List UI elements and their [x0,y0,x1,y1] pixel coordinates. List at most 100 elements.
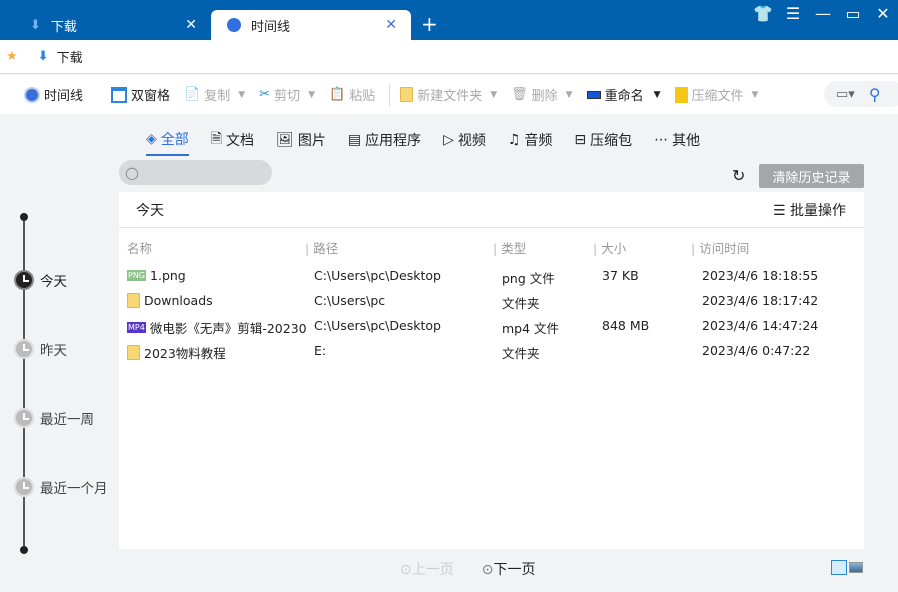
category-apps[interactable]: ▤ 应用程序 [348,128,421,156]
compress-button[interactable]: 压缩文件 ▼ [674,85,759,104]
skin-icon[interactable]: 👕 [751,4,775,23]
prev-page-button[interactable]: ⊙上一页 [400,559,454,579]
chevron-down-icon[interactable]: ▼ [654,90,661,100]
label: 粘贴 [349,89,376,104]
timeline-today[interactable]: 今天 [14,270,67,290]
timeline-last-month[interactable]: 最近一个月 [14,477,108,497]
access-time: 2023/4/6 18:17:42 [702,293,819,308]
file-path: C:\Users\pc\Desktop [314,268,441,283]
file-path: C:\Users\pc [314,293,386,308]
column-time[interactable]: | 访问时间 [691,238,749,257]
file-path: E: [314,343,327,358]
file-panel: 今天 ☰ 批量操作 名称 | 路径 | 类型 | 大小 | 访问时间 PNG 1.png C… [119,192,864,549]
thumbnail-view-icon[interactable] [849,562,863,573]
video-icon: ▷ [443,132,454,148]
close-window-button[interactable]: ✕ [871,4,895,23]
tab-downloads[interactable]: ⬇ 下载 ✕ [0,10,211,40]
copy-button[interactable]: 📄 复制 ▼ [184,85,245,104]
rename-button[interactable]: 重命名 ▼ [586,85,661,104]
timeline-last-week[interactable]: 最近一周 [14,408,94,428]
label: 类型 [501,241,527,256]
list-view-icon[interactable] [831,560,847,575]
rename-icon [586,90,601,99]
cut-button[interactable]: ✂ 剪切 ▼ [259,85,315,104]
category-archives[interactable]: ⊟ 压缩包 [574,128,632,156]
menu-icon[interactable]: ☰ [781,4,805,23]
folder-icon [400,87,414,102]
music-icon: ♫ [507,132,521,148]
close-icon[interactable]: ✕ [185,17,197,33]
scissors-icon: ✂ [259,87,271,102]
file-name: Downloads [127,293,307,308]
label: 双窗格 [131,89,171,104]
label: 压缩文件 [691,89,744,104]
paste-button[interactable]: 📋 粘贴 [329,85,375,104]
chevron-down-icon[interactable]: ▼ [490,90,497,100]
file-type: 文件夹 [502,346,540,361]
label: 图片 [297,133,326,149]
folder-view-icon[interactable]: ▭▾ [836,87,855,102]
address-bar[interactable]: ★ ⬇ 下载 [0,40,898,74]
access-time: 2023/4/6 14:47:24 [702,318,819,333]
chevron-down-icon[interactable]: ▼ [752,90,759,100]
image-icon: 🖼 [276,132,294,148]
category-documents[interactable]: 🗎 文档 [211,128,254,156]
category-other[interactable]: ⋯ 其他 [654,128,700,156]
file-type: png 文件 [502,271,555,286]
table-row[interactable]: PNG 1.png C:\Users\pc\Desktop png 文件 37 K… [119,264,864,289]
column-name[interactable]: 名称 [127,238,307,257]
divider [389,83,391,106]
dual-pane-button[interactable]: 双窗格 [111,85,170,104]
file-name: PNG 1.png [127,268,307,283]
chevron-down-icon[interactable]: ▼ [238,90,245,100]
new-tab-button[interactable]: + [421,12,438,36]
clear-history-button[interactable]: 清除历史记录 [759,164,864,188]
app-icon: ▤ [347,132,362,148]
refresh-icon[interactable]: ↻ [732,166,745,185]
star-icon[interactable]: ★ [6,49,18,64]
category-audio[interactable]: ♫ 音频 [508,128,553,156]
timeline-end-dot [20,546,28,554]
category-all[interactable]: ◈ 全部 [146,128,189,156]
panel-title: 今天 [136,202,164,219]
clock-icon [24,86,40,103]
more-icon: ⋯ [654,132,669,148]
timeline-button[interactable]: 时间线 [24,85,83,104]
timeline-yesterday[interactable]: 昨天 [14,339,67,359]
file-type: 文件夹 [502,296,540,311]
folder-icon [127,293,140,308]
category-videos[interactable]: ▷ 视频 [443,128,486,156]
table-row[interactable]: 2023物料教程 E: 文件夹 2023/4/6 0:47:22 [119,339,864,364]
label: 2023物料教程 [144,346,226,361]
minimize-button[interactable]: — [811,4,835,23]
chevron-down-icon[interactable]: ▼ [566,90,573,100]
search-icon[interactable]: ⚲ [869,85,881,104]
category-images[interactable]: 🖼 图片 [276,128,326,156]
batch-operation-button[interactable]: ☰ 批量操作 [773,200,846,220]
delete-button[interactable]: 🗑 删除 ▼ [511,85,572,104]
access-time: 2023/4/6 18:18:55 [702,268,819,283]
column-size[interactable]: | 大小 [593,238,626,257]
table-row[interactable]: Downloads C:\Users\pc 文件夹 2023/4/6 18:17… [119,289,864,314]
column-type[interactable]: | 类型 [493,238,526,257]
download-icon: ⬇ [30,17,41,33]
label: 今天 [40,274,67,290]
label: 文档 [226,133,255,149]
zip-icon [674,86,688,103]
copy-icon: 📄 [184,87,201,102]
close-icon[interactable]: ✕ [385,17,397,33]
maximize-button[interactable]: ▭ [841,4,865,23]
next-page-button[interactable]: ⊙下一页 [482,559,536,579]
new-folder-button[interactable]: 新建文件夹 ▼ [400,85,497,104]
layers-icon: ◈ [146,131,157,147]
search-input[interactable]: ○ [119,160,272,185]
tab-timeline[interactable]: 时间线 ✕ [211,10,411,40]
label: 微电影《无声》剪辑-20230406 [149,321,307,336]
file-name: 2023物料教程 [127,343,307,362]
label: 新建文件夹 [417,89,483,104]
clipboard-icon: 📋 [329,87,346,102]
table-row[interactable]: MP4微电影《无声》剪辑-20230406 C:\Users\pc\Deskto… [119,314,864,339]
label: 全部 [160,132,189,148]
chevron-down-icon[interactable]: ▼ [308,90,315,100]
column-path[interactable]: | 路径 [305,238,338,257]
